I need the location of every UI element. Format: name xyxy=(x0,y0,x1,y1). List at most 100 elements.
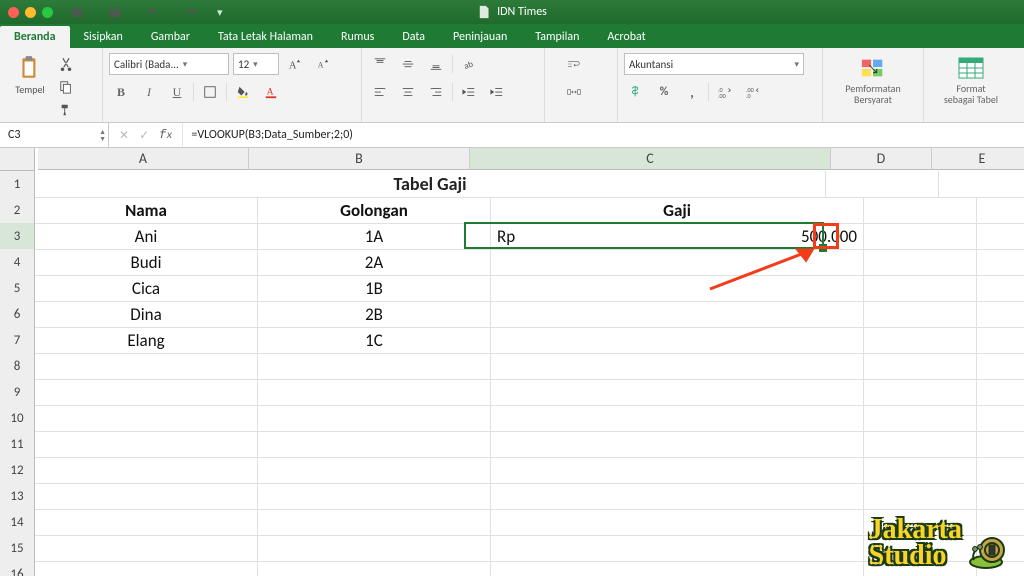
cell[interactable] xyxy=(258,457,491,484)
tab-tata-letak[interactable]: Tata Letak Halaman xyxy=(204,26,327,48)
cell[interactable] xyxy=(864,197,977,224)
cell[interactable] xyxy=(35,483,258,510)
cell[interactable] xyxy=(35,353,258,380)
cell[interactable]: Ani xyxy=(35,223,258,250)
cell[interactable] xyxy=(491,561,864,576)
cell[interactable] xyxy=(864,379,977,406)
underline-icon[interactable]: U xyxy=(165,80,189,104)
cell[interactable] xyxy=(258,509,491,536)
font-color-icon[interactable]: A xyxy=(259,80,283,104)
cell[interactable] xyxy=(977,327,1024,354)
decrease-indent-icon[interactable] xyxy=(457,80,481,104)
cell[interactable] xyxy=(35,509,258,536)
currency-icon[interactable] xyxy=(624,80,648,104)
wrap-text-icon[interactable] xyxy=(551,52,597,76)
font-size-select[interactable]: 12▾ xyxy=(233,53,279,75)
row-header[interactable]: 7 xyxy=(0,327,35,354)
row-header[interactable]: 2 xyxy=(0,197,35,224)
cell[interactable] xyxy=(864,457,977,484)
cell[interactable] xyxy=(864,431,977,458)
row-header[interactable]: 3 xyxy=(0,223,35,250)
undo-icon[interactable] xyxy=(141,0,165,24)
col-header-c[interactable]: C xyxy=(470,148,831,170)
cell[interactable] xyxy=(35,431,258,458)
col-header-e[interactable]: E xyxy=(932,148,1024,170)
format-as-table-button[interactable]: Format sebagai Tabel xyxy=(932,51,1010,105)
cell[interactable]: Cica xyxy=(35,275,258,302)
tab-beranda[interactable]: Beranda xyxy=(0,26,70,48)
cell[interactable] xyxy=(491,405,864,432)
row-header[interactable]: 6 xyxy=(0,301,35,328)
cell[interactable] xyxy=(491,509,864,536)
cell[interactable] xyxy=(35,561,258,576)
cell[interactable] xyxy=(977,405,1024,432)
cell[interactable] xyxy=(864,301,977,328)
increase-decimal-icon[interactable]: .0.00 xyxy=(713,80,737,104)
row-header[interactable]: 14 xyxy=(0,509,35,536)
orientation-icon[interactable]: ab xyxy=(457,52,481,76)
window-controls[interactable] xyxy=(8,7,53,18)
cell[interactable] xyxy=(35,457,258,484)
cell[interactable] xyxy=(864,223,977,250)
cell[interactable] xyxy=(864,353,977,380)
shrink-font-icon[interactable]: A xyxy=(311,52,335,76)
cell[interactable] xyxy=(977,431,1024,458)
increase-indent-icon[interactable] xyxy=(485,80,509,104)
cell[interactable] xyxy=(864,483,977,510)
minimize-window-icon[interactable] xyxy=(25,7,36,18)
number-format-select[interactable]: Akuntansi▾ xyxy=(624,53,804,75)
align-middle-icon[interactable] xyxy=(396,52,420,76)
cell[interactable] xyxy=(491,431,864,458)
zoom-window-icon[interactable] xyxy=(42,7,53,18)
comma-icon[interactable]: , xyxy=(680,80,704,104)
tab-rumus[interactable]: Rumus xyxy=(327,26,388,48)
tab-data[interactable]: Data xyxy=(388,26,439,48)
cell[interactable] xyxy=(258,405,491,432)
save-icon[interactable] xyxy=(103,0,127,24)
cell[interactable] xyxy=(977,379,1024,406)
tab-acrobat[interactable]: Acrobat xyxy=(593,26,659,48)
cell[interactable] xyxy=(491,327,864,354)
cell[interactable] xyxy=(977,249,1024,276)
col-header-b[interactable]: B xyxy=(249,148,470,170)
redo-icon[interactable] xyxy=(179,0,203,24)
cell[interactable] xyxy=(977,353,1024,380)
row-header[interactable]: 15 xyxy=(0,535,35,562)
tab-tampilan[interactable]: Tampilan xyxy=(521,26,593,48)
cell[interactable] xyxy=(35,405,258,432)
row-header[interactable]: 10 xyxy=(0,405,35,432)
row-header[interactable]: 5 xyxy=(0,275,35,302)
cell[interactable] xyxy=(977,301,1024,328)
home-icon[interactable] xyxy=(65,0,89,24)
cell[interactable] xyxy=(258,483,491,510)
cell[interactable] xyxy=(35,535,258,562)
cell[interactable] xyxy=(864,327,977,354)
select-all-corner[interactable] xyxy=(0,148,35,171)
align-left-icon[interactable] xyxy=(368,80,392,104)
cell[interactable]: 1B xyxy=(258,275,491,302)
cell[interactable]: 2A xyxy=(258,249,491,276)
cell[interactable] xyxy=(864,405,977,432)
cell[interactable]: 2B xyxy=(258,301,491,328)
enter-formula-icon[interactable]: ✓ xyxy=(139,128,149,143)
fx-icon[interactable]: fx xyxy=(159,128,172,142)
cell[interactable] xyxy=(491,379,864,406)
row-header[interactable]: 11 xyxy=(0,431,35,458)
decrease-decimal-icon[interactable]: .00.0 xyxy=(741,80,765,104)
cell[interactable] xyxy=(258,561,491,576)
grow-font-icon[interactable]: A xyxy=(283,52,307,76)
cell[interactable]: Golongan xyxy=(258,197,491,224)
cell[interactable] xyxy=(258,379,491,406)
merge-cells-icon[interactable] xyxy=(551,80,597,104)
name-box-stepper[interactable]: ▲▼ xyxy=(99,128,106,142)
cell[interactable] xyxy=(977,197,1024,224)
cell[interactable] xyxy=(491,301,864,328)
cell[interactable]: 1C xyxy=(258,327,491,354)
cut-icon[interactable] xyxy=(54,53,78,74)
cell[interactable] xyxy=(35,379,258,406)
cell[interactable] xyxy=(864,275,977,302)
align-bottom-icon[interactable] xyxy=(424,52,448,76)
font-name-select[interactable]: Calibri (Bada...▾ xyxy=(109,53,229,75)
copy-icon[interactable] xyxy=(54,76,78,97)
row-header[interactable]: 16 xyxy=(0,561,35,576)
